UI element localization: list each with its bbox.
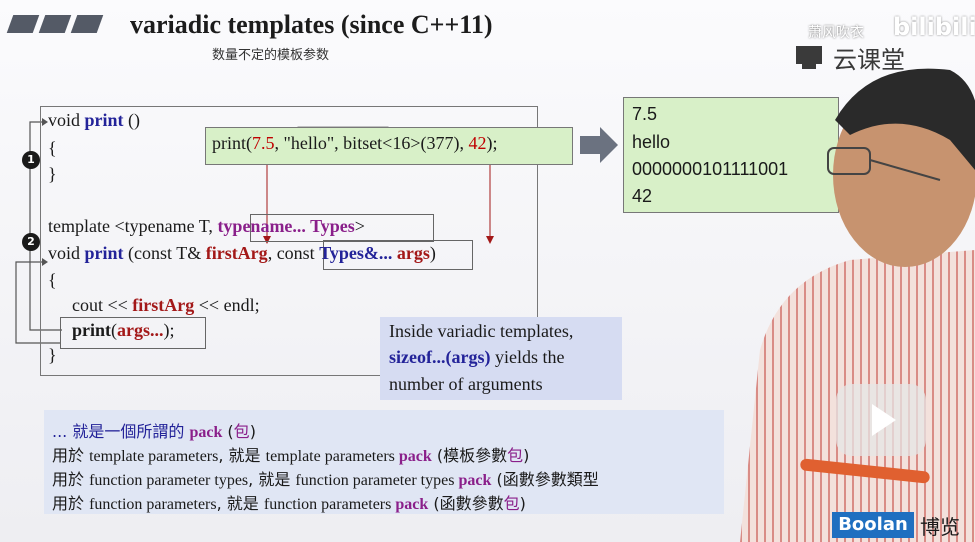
play-icon bbox=[872, 404, 896, 436]
pack-line-4: 用於 function parameters, 就是 function para… bbox=[52, 494, 526, 513]
presenter-video bbox=[740, 68, 975, 542]
note-line-3: number of arguments bbox=[389, 374, 543, 394]
output-line-1: 7.5 bbox=[632, 104, 658, 124]
code-line-template: template <typename T, typename... Types> bbox=[48, 216, 365, 236]
code-line-print-args: print(args...); bbox=[72, 320, 175, 340]
note-line-1: Inside variadic templates, bbox=[389, 321, 574, 341]
pack-line-2: 用於 template parameters, 就是 template para… bbox=[52, 446, 530, 465]
code-line-close-brace-2: } bbox=[48, 345, 57, 365]
play-button[interactable] bbox=[836, 384, 926, 456]
marker-1: 1 bbox=[22, 151, 40, 169]
marker-2: 2 bbox=[22, 233, 40, 251]
code-line-cout: cout << firstArg << endl; bbox=[72, 295, 260, 315]
pack-line-3: 用於 function parameter types, 就是 function… bbox=[52, 470, 599, 489]
code-line-close-brace-1: } bbox=[48, 164, 57, 184]
pack-line-1: ... 就是一個所謂的 pack (包) bbox=[52, 422, 256, 441]
note-line-2: sizeof...(args) yields the bbox=[389, 347, 565, 367]
boolan-logo: Boolan bbox=[832, 512, 914, 538]
output-line-2: hello bbox=[632, 132, 671, 152]
boolan-chinese-logo: 博览 bbox=[920, 515, 960, 539]
output-line-4: 42 bbox=[632, 186, 653, 206]
code-line-void-print: void print () bbox=[48, 110, 141, 130]
call-example-code: print(7.5, "hello", bitset<16>(377), 42)… bbox=[212, 133, 498, 153]
code-line-void-print-variadic: void print (const T& firstArg, const Typ… bbox=[48, 243, 436, 263]
code-line-open-brace-2: { bbox=[48, 270, 57, 290]
code-line-open-brace-1: { bbox=[48, 138, 57, 158]
